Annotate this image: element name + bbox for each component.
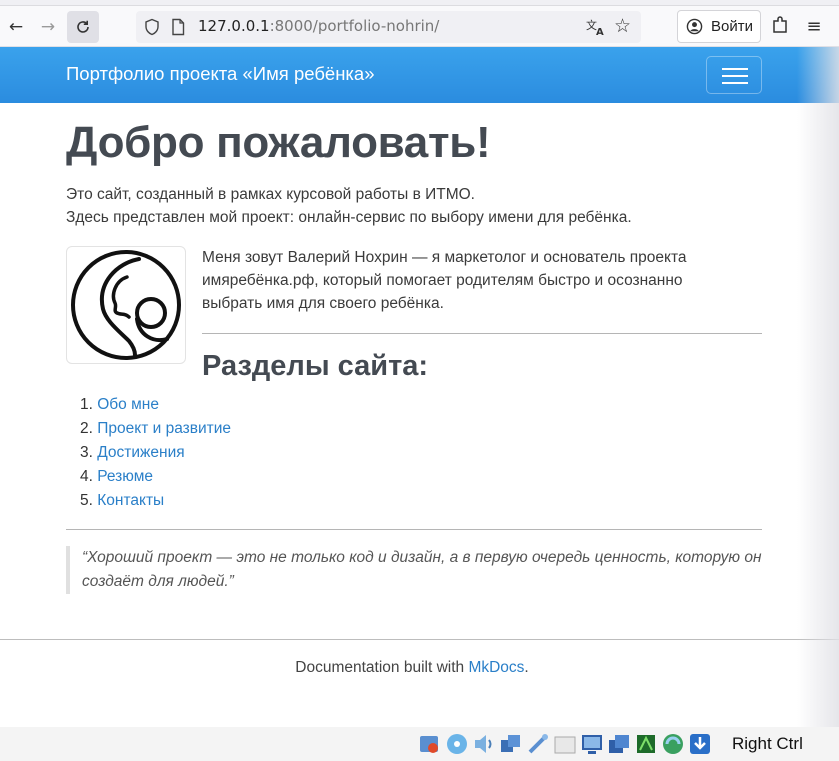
site-navbar: Портфолио проекта «Имя ребёнка»: [0, 47, 839, 103]
translate-icon[interactable]: 文 A: [585, 17, 607, 37]
list-item: 3. Достижения: [80, 441, 231, 465]
list-item: 1. Обо мне: [80, 393, 231, 417]
mkdocs-link[interactable]: MkDocs: [468, 659, 524, 676]
mother-child-logo-icon: [71, 250, 181, 360]
hard-disk-icon[interactable]: [418, 732, 442, 756]
intro-line: Здесь представлен мой проект: онлайн-сер…: [66, 209, 632, 226]
page-icon[interactable]: [170, 18, 186, 36]
guest-additions-icon[interactable]: [661, 732, 685, 756]
back-button[interactable]: ←: [0, 11, 32, 43]
back-icon: ←: [8, 17, 24, 37]
host-key-label: Right Ctrl: [732, 734, 803, 753]
list-item: 5. Контакты: [80, 489, 231, 513]
footer-text: Documentation built with MkDocs.: [0, 659, 824, 677]
sections-heading: Разделы сайта:: [202, 350, 429, 382]
section-link-about[interactable]: Обо мне: [97, 396, 159, 413]
audio-icon[interactable]: [472, 732, 496, 756]
section-link-contacts[interactable]: Контакты: [97, 492, 164, 509]
shared-folder-icon[interactable]: [553, 732, 577, 756]
hamburger-icon-bar: [722, 82, 748, 84]
intro-line: Это сайт, созданный в рамках курсовой ра…: [66, 186, 475, 203]
page-title: Добро пожаловать!: [66, 118, 491, 167]
browser-toolbar: ← → 127.0.0.1:8000/portfolio-nohrin/ 文 A…: [0, 6, 839, 47]
site-brand[interactable]: Портфолио проекта «Имя ребёнка»: [66, 63, 375, 85]
signin-button[interactable]: Войти: [677, 10, 761, 43]
vm-status-bar: Right Ctrl: [0, 727, 839, 761]
shield-icon[interactable]: [143, 18, 161, 36]
quote-block: “Хороший проект — это не только код и ди…: [66, 546, 762, 594]
list-item: 4. Резюме: [80, 465, 231, 489]
menu-icon[interactable]: ≡: [800, 12, 828, 40]
signin-label: Войти: [711, 18, 753, 35]
project-logo: [66, 246, 186, 364]
reload-icon: [77, 20, 89, 33]
url-path: :8000/portfolio-nohrin/: [269, 17, 440, 35]
optical-drive-icon[interactable]: [445, 732, 469, 756]
usb-icon[interactable]: [526, 732, 550, 756]
divider: [202, 333, 762, 334]
svg-text:A: A: [596, 27, 604, 37]
site-footer: Documentation built with MkDocs.: [0, 639, 839, 727]
intro-text: Это сайт, созданный в рамках курсовой ра…: [66, 183, 632, 229]
address-bar[interactable]: 127.0.0.1:8000/portfolio-nohrin/ 文 A ☆: [136, 11, 641, 43]
list-item: 2. Проект и развитие: [80, 417, 231, 441]
hamburger-icon-bar: [722, 68, 748, 70]
url-host: 127.0.0.1: [198, 17, 270, 35]
star-icon[interactable]: ☆: [614, 15, 631, 37]
list-number: 2.: [80, 420, 93, 437]
section-link-project[interactable]: Проект и развитие: [97, 420, 231, 437]
network-icon[interactable]: [499, 732, 523, 756]
list-number: 5.: [80, 492, 93, 509]
nav-toggle-button[interactable]: [706, 56, 762, 94]
forward-button[interactable]: →: [32, 11, 64, 43]
account-icon: [686, 18, 703, 35]
extensions-icon[interactable]: [766, 12, 794, 40]
list-number: 4.: [80, 468, 93, 485]
reload-button[interactable]: [67, 11, 99, 43]
divider: [66, 529, 762, 530]
bio-text: Меня зовут Валерий Нохрин — я маркетолог…: [202, 249, 687, 312]
video-capture-icon[interactable]: [607, 732, 631, 756]
forward-icon: →: [40, 17, 56, 37]
sections-list: 1. Обо мне 2. Проект и развитие 3. Дости…: [80, 393, 231, 513]
list-number: 1.: [80, 396, 93, 413]
scroll-shadow: [797, 47, 839, 727]
display-icon[interactable]: [580, 732, 604, 756]
url-text[interactable]: 127.0.0.1:8000/portfolio-nohrin/: [198, 17, 439, 35]
footer-suffix: .: [524, 659, 529, 676]
download-icon[interactable]: [688, 732, 712, 756]
cpu-icon[interactable]: [634, 732, 658, 756]
footer-prefix: Documentation built with: [295, 659, 469, 676]
section-link-achievements[interactable]: Достижения: [97, 444, 184, 461]
section-link-resume[interactable]: Резюме: [97, 468, 153, 485]
hamburger-icon-bar: [722, 75, 748, 77]
list-number: 3.: [80, 444, 93, 461]
